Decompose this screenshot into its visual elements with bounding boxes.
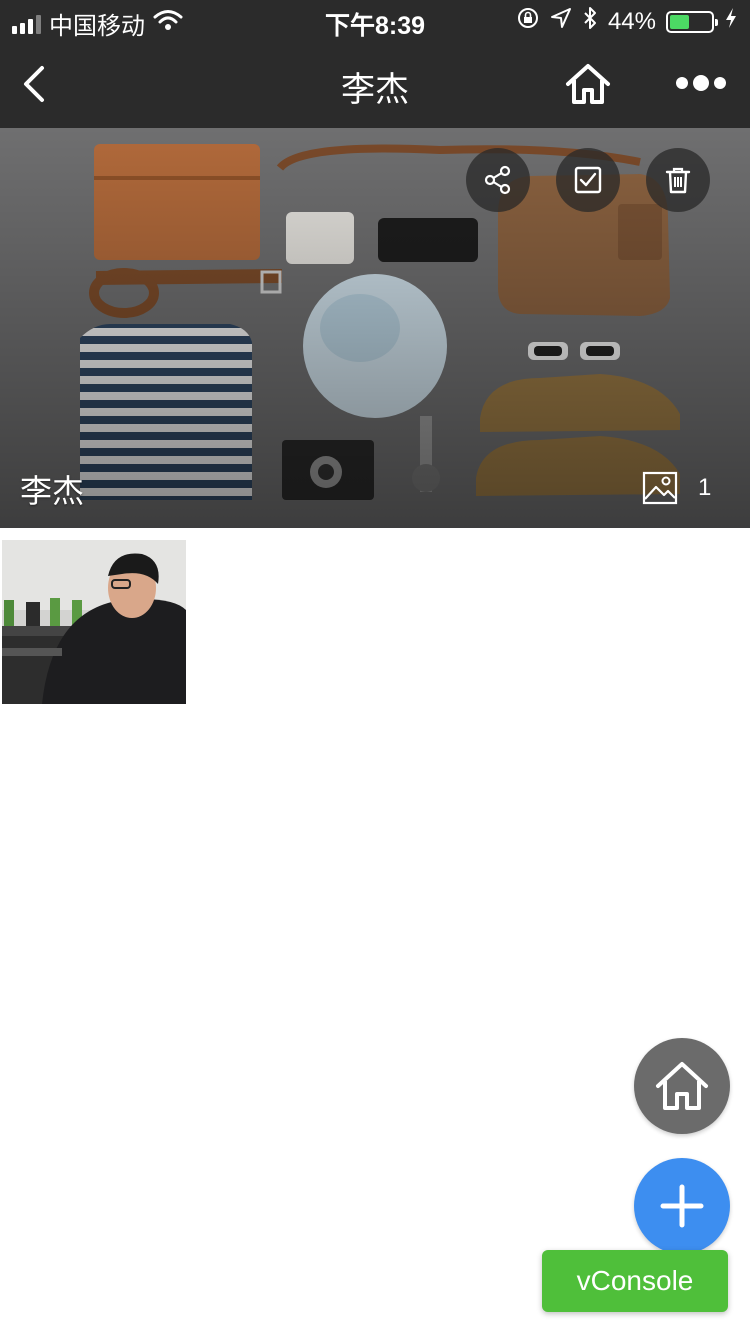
album-screen: 中国移动 下午8:39 44% 李杰 李杰 1 vConsole bbox=[0, 0, 750, 1334]
location-icon bbox=[550, 7, 572, 36]
select-button[interactable] bbox=[556, 148, 620, 212]
charging-icon bbox=[724, 7, 738, 36]
cover-photo bbox=[0, 128, 750, 528]
battery-fill bbox=[670, 14, 690, 29]
share-button[interactable] bbox=[466, 148, 530, 212]
more-dots-icon[interactable] bbox=[672, 68, 730, 98]
album-title: 李杰 bbox=[20, 473, 85, 509]
battery-icon bbox=[666, 10, 718, 33]
status-bar: 中国移动 下午8:39 44% bbox=[0, 0, 750, 40]
photo-count: 1 bbox=[698, 474, 712, 501]
checkbox-icon bbox=[574, 166, 602, 194]
home-icon[interactable] bbox=[564, 60, 612, 108]
photo-thumbnail[interactable] bbox=[2, 540, 186, 704]
plus-icon bbox=[660, 1184, 704, 1228]
rotation-lock-icon bbox=[516, 6, 540, 37]
share-icon bbox=[484, 165, 511, 195]
bluetooth-icon bbox=[582, 6, 598, 37]
status-right: 44% bbox=[516, 6, 738, 37]
nav-bar: 李杰 bbox=[0, 40, 750, 128]
album-cover[interactable]: 李杰 1 bbox=[0, 128, 750, 528]
vconsole-button[interactable]: vConsole bbox=[542, 1250, 728, 1312]
delete-button[interactable] bbox=[646, 148, 710, 212]
home-icon bbox=[656, 1062, 708, 1110]
image-icon bbox=[642, 470, 678, 506]
page-title: 李杰 bbox=[341, 71, 409, 109]
trash-icon bbox=[665, 167, 691, 194]
add-photo-button[interactable] bbox=[634, 1158, 730, 1254]
battery-percent: 44% bbox=[607, 7, 656, 35]
floating-home-button[interactable] bbox=[634, 1038, 730, 1134]
